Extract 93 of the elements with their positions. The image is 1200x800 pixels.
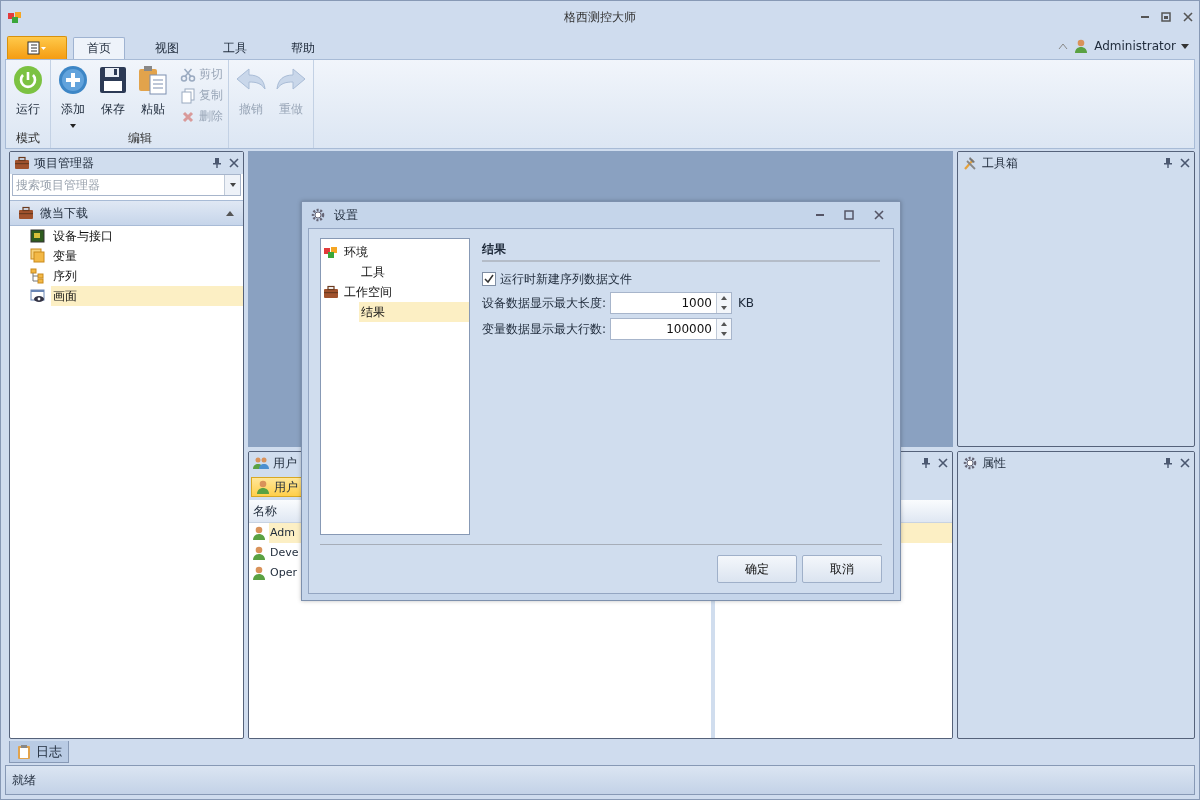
panel-title: 项目管理器 (34, 154, 94, 172)
down-caret-icon (721, 332, 727, 336)
close-icon (1180, 458, 1190, 468)
close-icon (874, 210, 884, 220)
panel-title: 属性 (982, 454, 1006, 472)
spin-down-button[interactable] (717, 329, 731, 339)
ribbon-tab[interactable]: 工具 (209, 37, 261, 59)
caret-icon (1181, 43, 1189, 49)
users-icon (253, 455, 269, 471)
spin-down-button[interactable] (717, 303, 731, 313)
user-icon (251, 545, 267, 561)
stacked-pages-icon (30, 248, 46, 264)
checkbox-label: 运行时新建序列数据文件 (500, 270, 632, 288)
field-label: 设备数据显示最大长度: (482, 294, 608, 312)
dialog-button[interactable]: 确定 (717, 555, 797, 583)
scissors-icon (180, 66, 196, 83)
group-label: 编辑 (126, 130, 153, 147)
number-field[interactable]: 100000 (610, 318, 732, 340)
folder-briefcase-icon (14, 155, 30, 171)
settings-icon (962, 455, 978, 471)
spin-up-button[interactable] (717, 319, 731, 329)
bottom-tab[interactable]: 日志 (9, 741, 69, 763)
tree-item[interactable]: 变量 (10, 246, 243, 266)
dialog-title: 设置 (334, 206, 358, 224)
collapse-icon (225, 210, 235, 216)
save-icon (98, 65, 128, 95)
search-field[interactable]: 搜索项目管理器 (12, 174, 241, 196)
panel-title: 工具箱 (982, 154, 1018, 172)
tree-item[interactable]: 序列 (10, 266, 243, 286)
maximize-icon (844, 210, 854, 220)
tools-icon (962, 155, 978, 171)
check-icon (484, 274, 494, 284)
settings-icon (310, 207, 326, 223)
minimize-icon (1141, 16, 1149, 18)
menu-icon (27, 41, 47, 55)
minimize-icon (816, 214, 824, 216)
panel-title: 用户 (273, 454, 297, 472)
close-icon (1180, 158, 1190, 168)
ribbon-button[interactable]: 运行 (9, 62, 47, 130)
group-label: 模式 (15, 130, 41, 147)
circuit-board-icon (30, 228, 46, 244)
down-caret-icon (721, 306, 727, 310)
tree-item[interactable]: 环境 (321, 242, 469, 262)
dropdown-button[interactable] (224, 175, 240, 195)
close-icon (1183, 12, 1193, 22)
unit-label: KB (738, 296, 755, 310)
add-icon (58, 65, 88, 95)
maximize-icon (1161, 12, 1171, 22)
spin-up-button[interactable] (717, 293, 731, 303)
number-field[interactable]: 1000 (610, 292, 732, 314)
checkbox[interactable] (482, 272, 496, 286)
screen-eye-icon (30, 288, 46, 304)
ribbon-tab[interactable]: 帮助 (277, 37, 329, 59)
ribbon-tab[interactable]: 首页 (73, 37, 125, 59)
user-icon (251, 525, 267, 541)
app-menu-button[interactable] (7, 36, 67, 59)
field-label: 变量数据显示最大行数: (482, 320, 608, 338)
user-icon (1073, 38, 1090, 54)
pin-icon (213, 158, 221, 168)
ribbon-button[interactable]: 添加 (54, 62, 92, 130)
status-text: 就绪 (12, 771, 36, 789)
cubes-icon (323, 244, 339, 260)
users-toolbar-button[interactable]: 用户 (251, 477, 302, 497)
user-icon (255, 479, 271, 495)
pin-icon (922, 458, 930, 468)
collapse-icon (1058, 42, 1069, 50)
caret-icon (229, 183, 236, 187)
close-icon (229, 158, 239, 168)
window-title: 格西测控大师 (564, 8, 636, 26)
pin-icon (1164, 158, 1172, 168)
close-icon (938, 458, 948, 468)
tree-item[interactable]: 工作空间 (321, 282, 469, 302)
tree-item[interactable]: 工具 (321, 262, 469, 282)
ribbon-button[interactable]: 粘贴 (134, 62, 172, 130)
clipboard-icon (16, 743, 32, 760)
copy-icon (180, 87, 196, 104)
power-icon (13, 65, 43, 95)
app-logo-icon (7, 9, 23, 25)
briefcase-icon (323, 284, 339, 300)
tree-item[interactable]: 设备与接口 (10, 226, 243, 246)
paste-icon (138, 65, 168, 95)
dialog-button[interactable]: 取消 (802, 555, 882, 583)
user-name[interactable]: Administrator (1094, 39, 1176, 53)
up-caret-icon (721, 296, 727, 300)
ribbon-tab[interactable]: 视图 (141, 37, 193, 59)
user-icon (251, 565, 267, 581)
briefcase-icon (18, 205, 34, 221)
group-header[interactable]: 微当下载 (10, 200, 243, 226)
section-title: 结果 (482, 238, 880, 262)
hierarchy-icon (30, 268, 46, 284)
up-caret-icon (721, 322, 727, 326)
ribbon-button[interactable]: 保存 (94, 62, 132, 130)
pin-icon (1164, 458, 1172, 468)
